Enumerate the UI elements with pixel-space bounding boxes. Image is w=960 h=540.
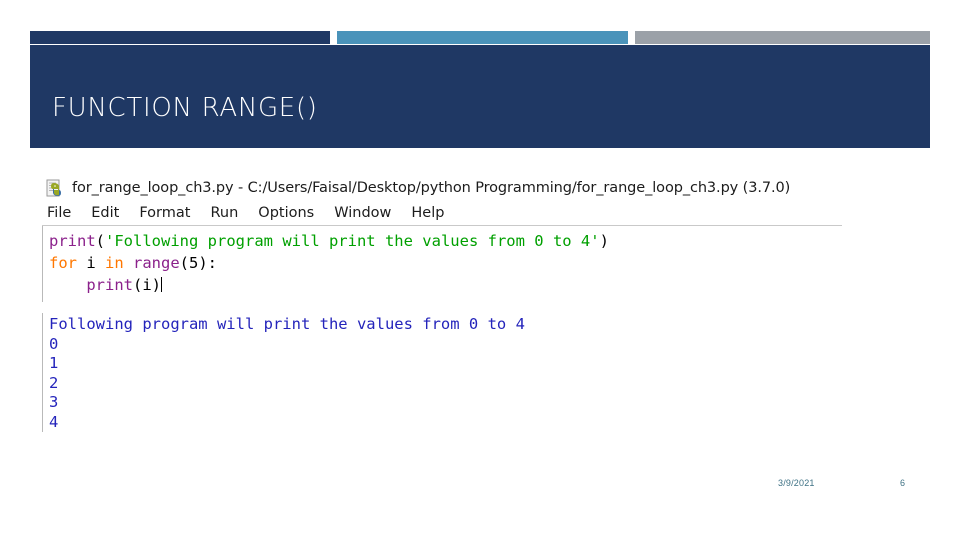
slide-title-panel: FUNCTION RANGE() [30, 45, 930, 148]
code-token-print-args: (i) [133, 276, 161, 294]
idle-editor-window: for_range_loop_ch3.py - C:/Users/Faisal/… [42, 176, 842, 302]
accent-bar-gray [635, 31, 930, 44]
code-token-var-i: i [77, 254, 105, 272]
output-line: 2 [49, 373, 59, 392]
text-cursor [161, 277, 162, 292]
code-token-open-paren: ( [95, 232, 106, 250]
output-line: 3 [49, 393, 59, 411]
code-line-3: print(i) [49, 274, 842, 296]
menu-item-window[interactable]: Window [334, 205, 391, 221]
code-token-string: 'Following program will print the values… [105, 232, 600, 250]
menu-item-file[interactable]: File [47, 205, 71, 221]
accent-bar-navy [30, 31, 330, 44]
code-token-close-paren: ) [599, 232, 609, 250]
output-line: 0 [49, 334, 59, 353]
menu-item-help[interactable]: Help [411, 205, 444, 221]
code-editor-area[interactable]: print('Following program will print the … [42, 226, 842, 302]
accent-bar-blue [337, 31, 628, 44]
code-token-print-2: print [86, 276, 133, 294]
code-token-for: for [49, 254, 77, 272]
footer-date: 3/9/2021 [778, 478, 815, 488]
menu-item-run[interactable]: Run [210, 205, 238, 221]
menu-item-edit[interactable]: Edit [91, 205, 119, 221]
menu-item-format[interactable]: Format [139, 205, 190, 221]
python-file-icon [46, 179, 65, 198]
code-token-range-args: (5): [179, 254, 217, 272]
idle-window-title: for_range_loop_ch3.py - C:/Users/Faisal/… [72, 180, 791, 196]
output-line: 1 [49, 354, 59, 372]
code-token-print: print [49, 232, 96, 250]
accent-bar-gap-1 [330, 31, 337, 44]
idle-title-bar: for_range_loop_ch3.py - C:/Users/Faisal/… [42, 176, 842, 200]
output-line: Following program will print the values … [49, 315, 525, 333]
code-token-range: range [123, 254, 180, 272]
code-token-in: in [105, 254, 124, 272]
menu-item-options[interactable]: Options [258, 205, 314, 221]
output-line: 4 [49, 412, 59, 431]
slide-accent-bars [30, 31, 930, 44]
idle-menu-bar: File Edit Format Run Options Window Help [42, 200, 842, 226]
page-title: FUNCTION RANGE() [52, 93, 318, 123]
footer-page-number: 6 [900, 478, 906, 488]
code-line-1: print('Following program will print the … [49, 230, 842, 252]
shell-output-area: Following program will print the values … [42, 313, 849, 432]
code-line-2: for i in range(5): [49, 252, 842, 274]
accent-bar-gap-2 [628, 31, 635, 44]
